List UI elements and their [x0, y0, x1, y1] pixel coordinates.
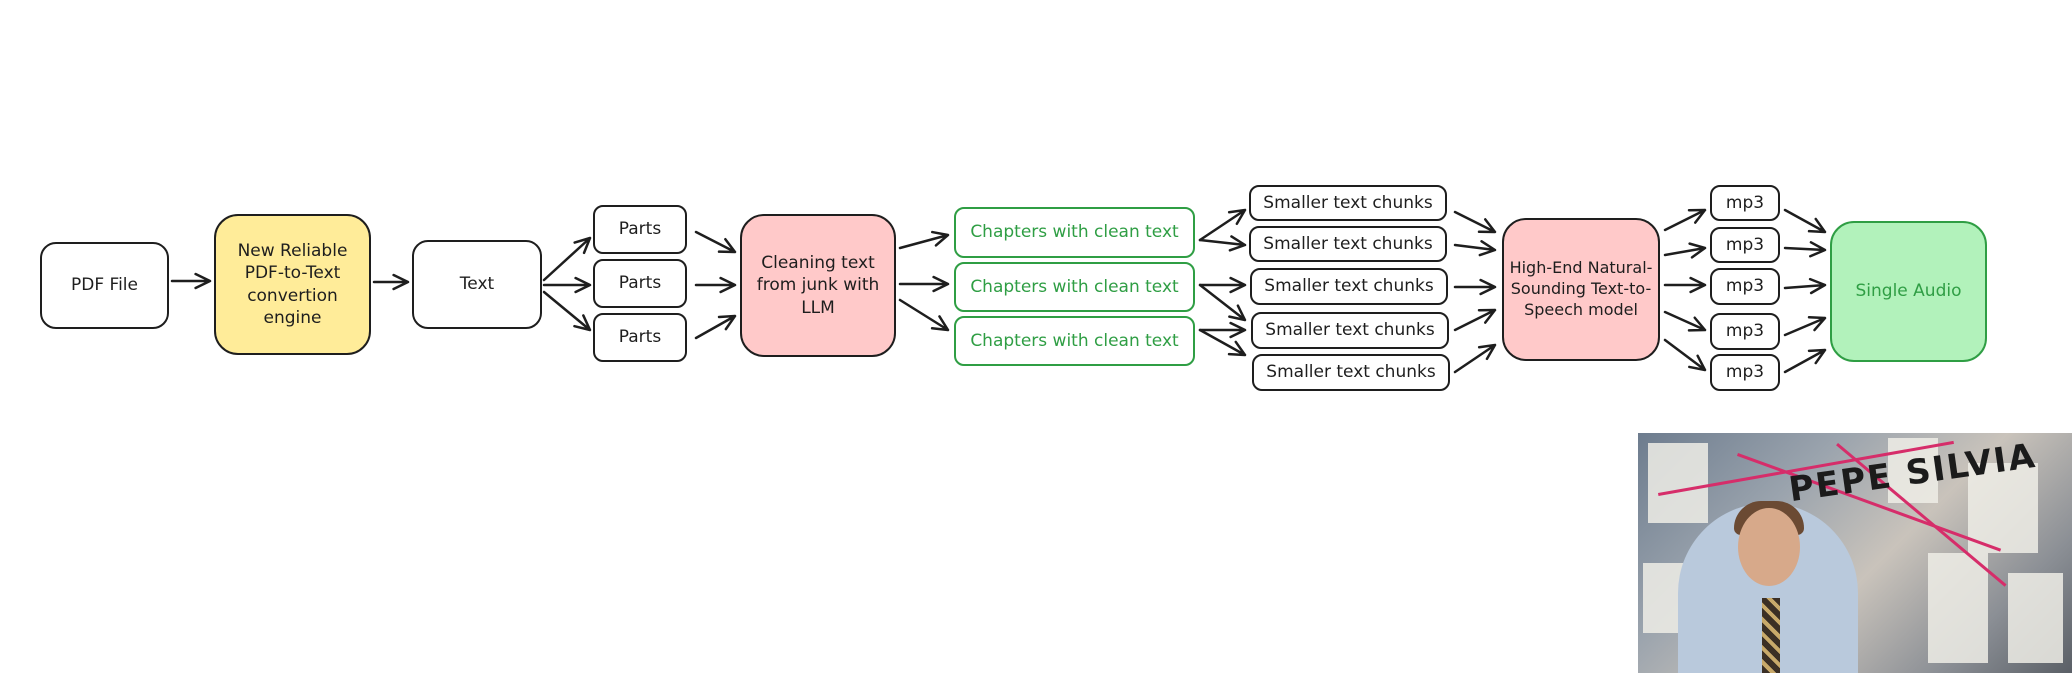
- arrow-connector: [1663, 310, 1707, 332]
- arrow-connector: [898, 275, 950, 293]
- mp3-node[interactable]: mp3: [1710, 227, 1780, 263]
- cleaner-label: Cleaning text from junk with LLM: [756, 253, 880, 318]
- text-label: Text: [459, 274, 495, 295]
- arrow-connector: [372, 273, 410, 291]
- converter-node[interactable]: New Reliable PDF-to-Text convertion engi…: [214, 214, 371, 355]
- mp3-node[interactable]: mp3: [1710, 354, 1780, 391]
- chapter-node[interactable]: Chapters with clean text: [954, 262, 1195, 312]
- chunk-label: Smaller text chunks: [1265, 320, 1435, 341]
- chapter-label: Chapters with clean text: [970, 276, 1179, 297]
- mp3-node[interactable]: mp3: [1710, 313, 1780, 350]
- single-audio-label: Single Audio: [1855, 281, 1962, 302]
- arrow-connector: [694, 276, 737, 294]
- single-audio-node[interactable]: Single Audio: [1830, 221, 1987, 362]
- mp3-label: mp3: [1725, 192, 1765, 213]
- arrow-connector: [1663, 208, 1707, 232]
- conspiracy-meme-image: PEPE SILVIA: [1638, 433, 2072, 673]
- tts-label: High-End Natural-Sounding Text-to-Speech…: [1509, 258, 1653, 319]
- cleaner-node[interactable]: Cleaning text from junk with LLM: [740, 214, 896, 357]
- mp3-node[interactable]: mp3: [1710, 185, 1780, 221]
- chapter-node[interactable]: Chapters with clean text: [954, 316, 1195, 366]
- mp3-label: mp3: [1725, 276, 1765, 297]
- arrow-connector: [542, 290, 592, 332]
- chunk-label: Smaller text chunks: [1264, 276, 1434, 297]
- arrow-connector: [1783, 208, 1827, 234]
- converter-label: New Reliable PDF-to-Text convertion engi…: [237, 241, 348, 328]
- chunk-node[interactable]: Smaller text chunks: [1249, 185, 1447, 221]
- chunk-node[interactable]: Smaller text chunks: [1252, 354, 1450, 391]
- arrow-connector: [1453, 278, 1497, 296]
- arrow-connector: [1453, 210, 1497, 234]
- parts-label: Parts: [618, 219, 662, 240]
- chunk-label: Smaller text chunks: [1263, 233, 1433, 254]
- arrow-connector: [1663, 242, 1707, 259]
- parts-node[interactable]: Parts: [593, 259, 687, 308]
- parts-label: Parts: [618, 327, 662, 348]
- arrow-connector: [898, 298, 950, 332]
- chunk-node[interactable]: Smaller text chunks: [1249, 226, 1447, 262]
- arrow-connector: [1783, 241, 1827, 258]
- arrow-connector: [1453, 343, 1497, 374]
- person-head: [1738, 508, 1800, 586]
- arrow-connector: [1453, 308, 1497, 332]
- arrow-connector: [1783, 315, 1827, 337]
- chunk-label: Smaller text chunks: [1263, 192, 1433, 213]
- chapter-label: Chapters with clean text: [970, 330, 1179, 351]
- person-tie: [1762, 598, 1780, 673]
- arrow-connector: [694, 230, 737, 254]
- parts-node[interactable]: Parts: [593, 313, 687, 362]
- chapter-node[interactable]: Chapters with clean text: [954, 207, 1195, 258]
- arrow-connector: [1198, 208, 1247, 242]
- arrow-connector: [1783, 348, 1827, 374]
- tts-node[interactable]: High-End Natural-Sounding Text-to-Speech…: [1502, 218, 1660, 361]
- text-node[interactable]: Text: [412, 240, 542, 329]
- arrow-connector: [170, 272, 212, 290]
- arrow-connector: [1198, 235, 1247, 252]
- pdf-file-label: PDF File: [71, 275, 138, 296]
- mp3-label: mp3: [1725, 321, 1765, 342]
- arrow-connector: [1453, 240, 1497, 257]
- chunk-node[interactable]: Smaller text chunks: [1251, 312, 1449, 349]
- arrow-connector: [1783, 277, 1827, 295]
- parts-node[interactable]: Parts: [593, 205, 687, 254]
- parts-label: Parts: [618, 273, 662, 294]
- chunk-label: Smaller text chunks: [1266, 362, 1436, 383]
- mp3-node[interactable]: mp3: [1710, 268, 1780, 305]
- pdf-file-node[interactable]: PDF File: [40, 242, 169, 329]
- arrow-connector: [542, 236, 592, 282]
- arrow-connector: [1663, 276, 1707, 294]
- chunk-node[interactable]: Smaller text chunks: [1250, 268, 1448, 305]
- arrow-connector: [1663, 338, 1707, 372]
- arrow-connector: [898, 230, 950, 250]
- arrow-connector: [542, 276, 592, 294]
- mp3-label: mp3: [1725, 234, 1765, 255]
- chapter-label: Chapters with clean text: [970, 222, 1179, 243]
- arrow-connector: [694, 314, 737, 340]
- arrow-connector: [1198, 283, 1247, 322]
- mp3-label: mp3: [1725, 362, 1765, 383]
